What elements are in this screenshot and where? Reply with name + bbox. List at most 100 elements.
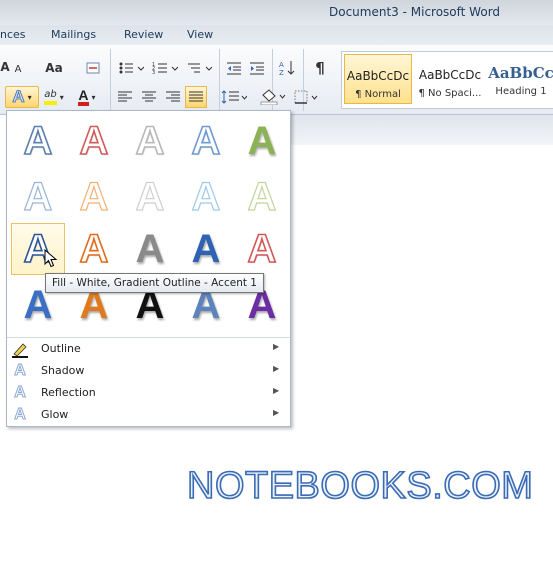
tab-mailings[interactable]: Mailings [51,28,96,41]
style-sample: AaBbCc [488,64,553,82]
submenu-arrow-icon: ▶ [273,364,280,373]
text-effect-glyph: A [135,226,165,271]
text-effect-glyph: A [79,174,109,219]
menu-item-label: Outline [41,342,81,355]
text-effect-glyph: A [79,118,109,164]
highlighter-icon: ab [44,89,57,105]
text-effect-glyph: A [79,226,109,272]
text-effect-glyph: A [135,174,165,219]
shrink-font-button[interactable]: A [12,61,24,77]
window-title: Document3 - Microsoft Word [329,5,501,19]
text-effect-style-2-1[interactable]: A [11,171,65,223]
justify-icon [189,91,203,102]
show-paragraph-marks-button[interactable]: ¶ [310,58,330,78]
borders-button[interactable] [292,87,322,107]
text-effect-style-2-5[interactable]: A [235,171,289,223]
text-effects-a-icon: A [12,87,25,107]
text-effect-glyph: A [23,174,53,219]
line-spacing-icon [221,90,247,104]
sort-button[interactable]: AZ [278,59,296,77]
menu-item-outline[interactable]: Outline ▶ [7,338,290,360]
text-effect-style-1-4[interactable]: A [179,115,233,167]
change-case-button[interactable]: Aa [43,59,65,77]
tab-review[interactable]: Review [124,28,163,41]
svg-text:Z: Z [279,69,284,76]
text-effect-glyph: A [135,118,165,164]
highlight-color-button[interactable]: ab ▾ [40,87,68,107]
align-center-icon [142,91,156,102]
align-left-button[interactable] [116,88,134,106]
numbering-icon: 123 [152,62,178,75]
text-effects-gallery: AAAAAAAAAAAAAAAAAAAA [8,111,289,336]
dropdown-arrow-icon: ▾ [27,92,32,102]
text-effect-style-3-3[interactable]: A [123,223,177,275]
text-effect-style-2-3[interactable]: A [123,171,177,223]
borders-icon [294,90,318,104]
ruler-area [290,115,553,145]
shadow-a-icon: A [14,362,27,380]
tab-references[interactable]: nces [0,28,26,41]
text-effect-style-1-5[interactable]: A [235,115,289,167]
align-right-button[interactable] [164,88,182,106]
menu-item-label: Glow [41,408,69,421]
submenu-arrow-icon: ▶ [273,386,280,395]
svg-text:3: 3 [152,70,155,75]
group-separator [110,49,111,111]
decrease-indent-button[interactable] [225,59,243,77]
text-effect-style-1-2[interactable]: A [67,115,121,167]
text-effect-style-2-2[interactable]: A [67,171,121,223]
menu-item-glow[interactable]: A Glow ▶ [7,404,290,426]
sort-az-icon: AZ [279,61,295,76]
menu-item-reflection[interactable]: A Reflection ▶ [7,382,290,404]
multilevel-list-button[interactable] [184,59,214,77]
svg-text:A: A [279,61,284,69]
submenu-arrow-icon: ▶ [273,342,280,351]
shading-button[interactable] [258,87,288,107]
title-bar: Document3 - Microsoft Word [0,0,553,25]
text-effect-glyph: A [191,226,221,271]
increase-indent-icon [250,62,264,75]
document-wordart-text[interactable]: NOTEBOOKS.COM [186,464,534,508]
text-effect-glyph: A [191,174,221,219]
bullets-icon [119,62,144,74]
style-name: ¶ Normal [355,89,401,100]
bullets-button[interactable] [116,59,146,77]
menu-item-shadow[interactable]: A Shadow ▶ [7,360,290,382]
text-effect-style-3-2[interactable]: A [67,223,121,275]
dropdown-arrow-icon: ▾ [59,92,64,102]
glow-a-icon: A [14,406,27,424]
styles-gallery: AaBbCcDc ¶ Normal AaBbCcDc ¶ No Spaci...… [341,51,553,109]
text-effect-style-2-4[interactable]: A [179,171,233,223]
text-effect-style-3-4[interactable]: A [179,223,233,275]
text-effect-style-1-1[interactable]: A [11,115,65,167]
style-no-spacing[interactable]: AaBbCcDc ¶ No Spaci... [416,54,484,104]
numbering-button[interactable]: 123 [150,59,180,77]
text-effects-button[interactable]: A ▾ [5,86,39,108]
clear-formatting-button[interactable] [84,59,102,77]
line-spacing-button[interactable] [219,87,249,107]
reflection-a-icon: A [14,384,27,402]
menu-item-label: Reflection [41,386,96,399]
text-effect-style-1-3[interactable]: A [123,115,177,167]
align-center-button[interactable] [140,88,158,106]
increase-indent-button[interactable] [248,59,266,77]
align-right-icon [166,91,180,102]
text-effect-glyph: A [247,226,277,272]
text-effect-style-3-5[interactable]: A [235,223,289,275]
font-color-button[interactable]: A ▾ [72,87,102,107]
style-normal[interactable]: AaBbCcDc ¶ Normal [344,54,412,104]
multilevel-list-icon [188,63,212,73]
mouse-pointer-icon [44,249,58,268]
justify-button[interactable] [185,86,207,108]
clear-formatting-icon [86,62,100,74]
ribbon-home: A A Aa 123 AZ ¶ A ▾ ab ▾ A ▾ AaBbCcDc ¶ … [0,45,553,130]
dropdown-arrow-icon: ▾ [91,92,96,102]
text-effect-glyph: A [247,118,277,163]
font-color-a-icon: A [78,88,89,106]
style-heading-1[interactable]: AaBbCc Heading 1 [488,54,553,104]
grow-font-button[interactable]: A [0,59,10,75]
style-name: ¶ No Spaci... [418,88,482,99]
tab-view[interactable]: View [187,28,213,41]
align-left-icon [118,91,132,102]
pen-outline-icon [11,340,29,358]
